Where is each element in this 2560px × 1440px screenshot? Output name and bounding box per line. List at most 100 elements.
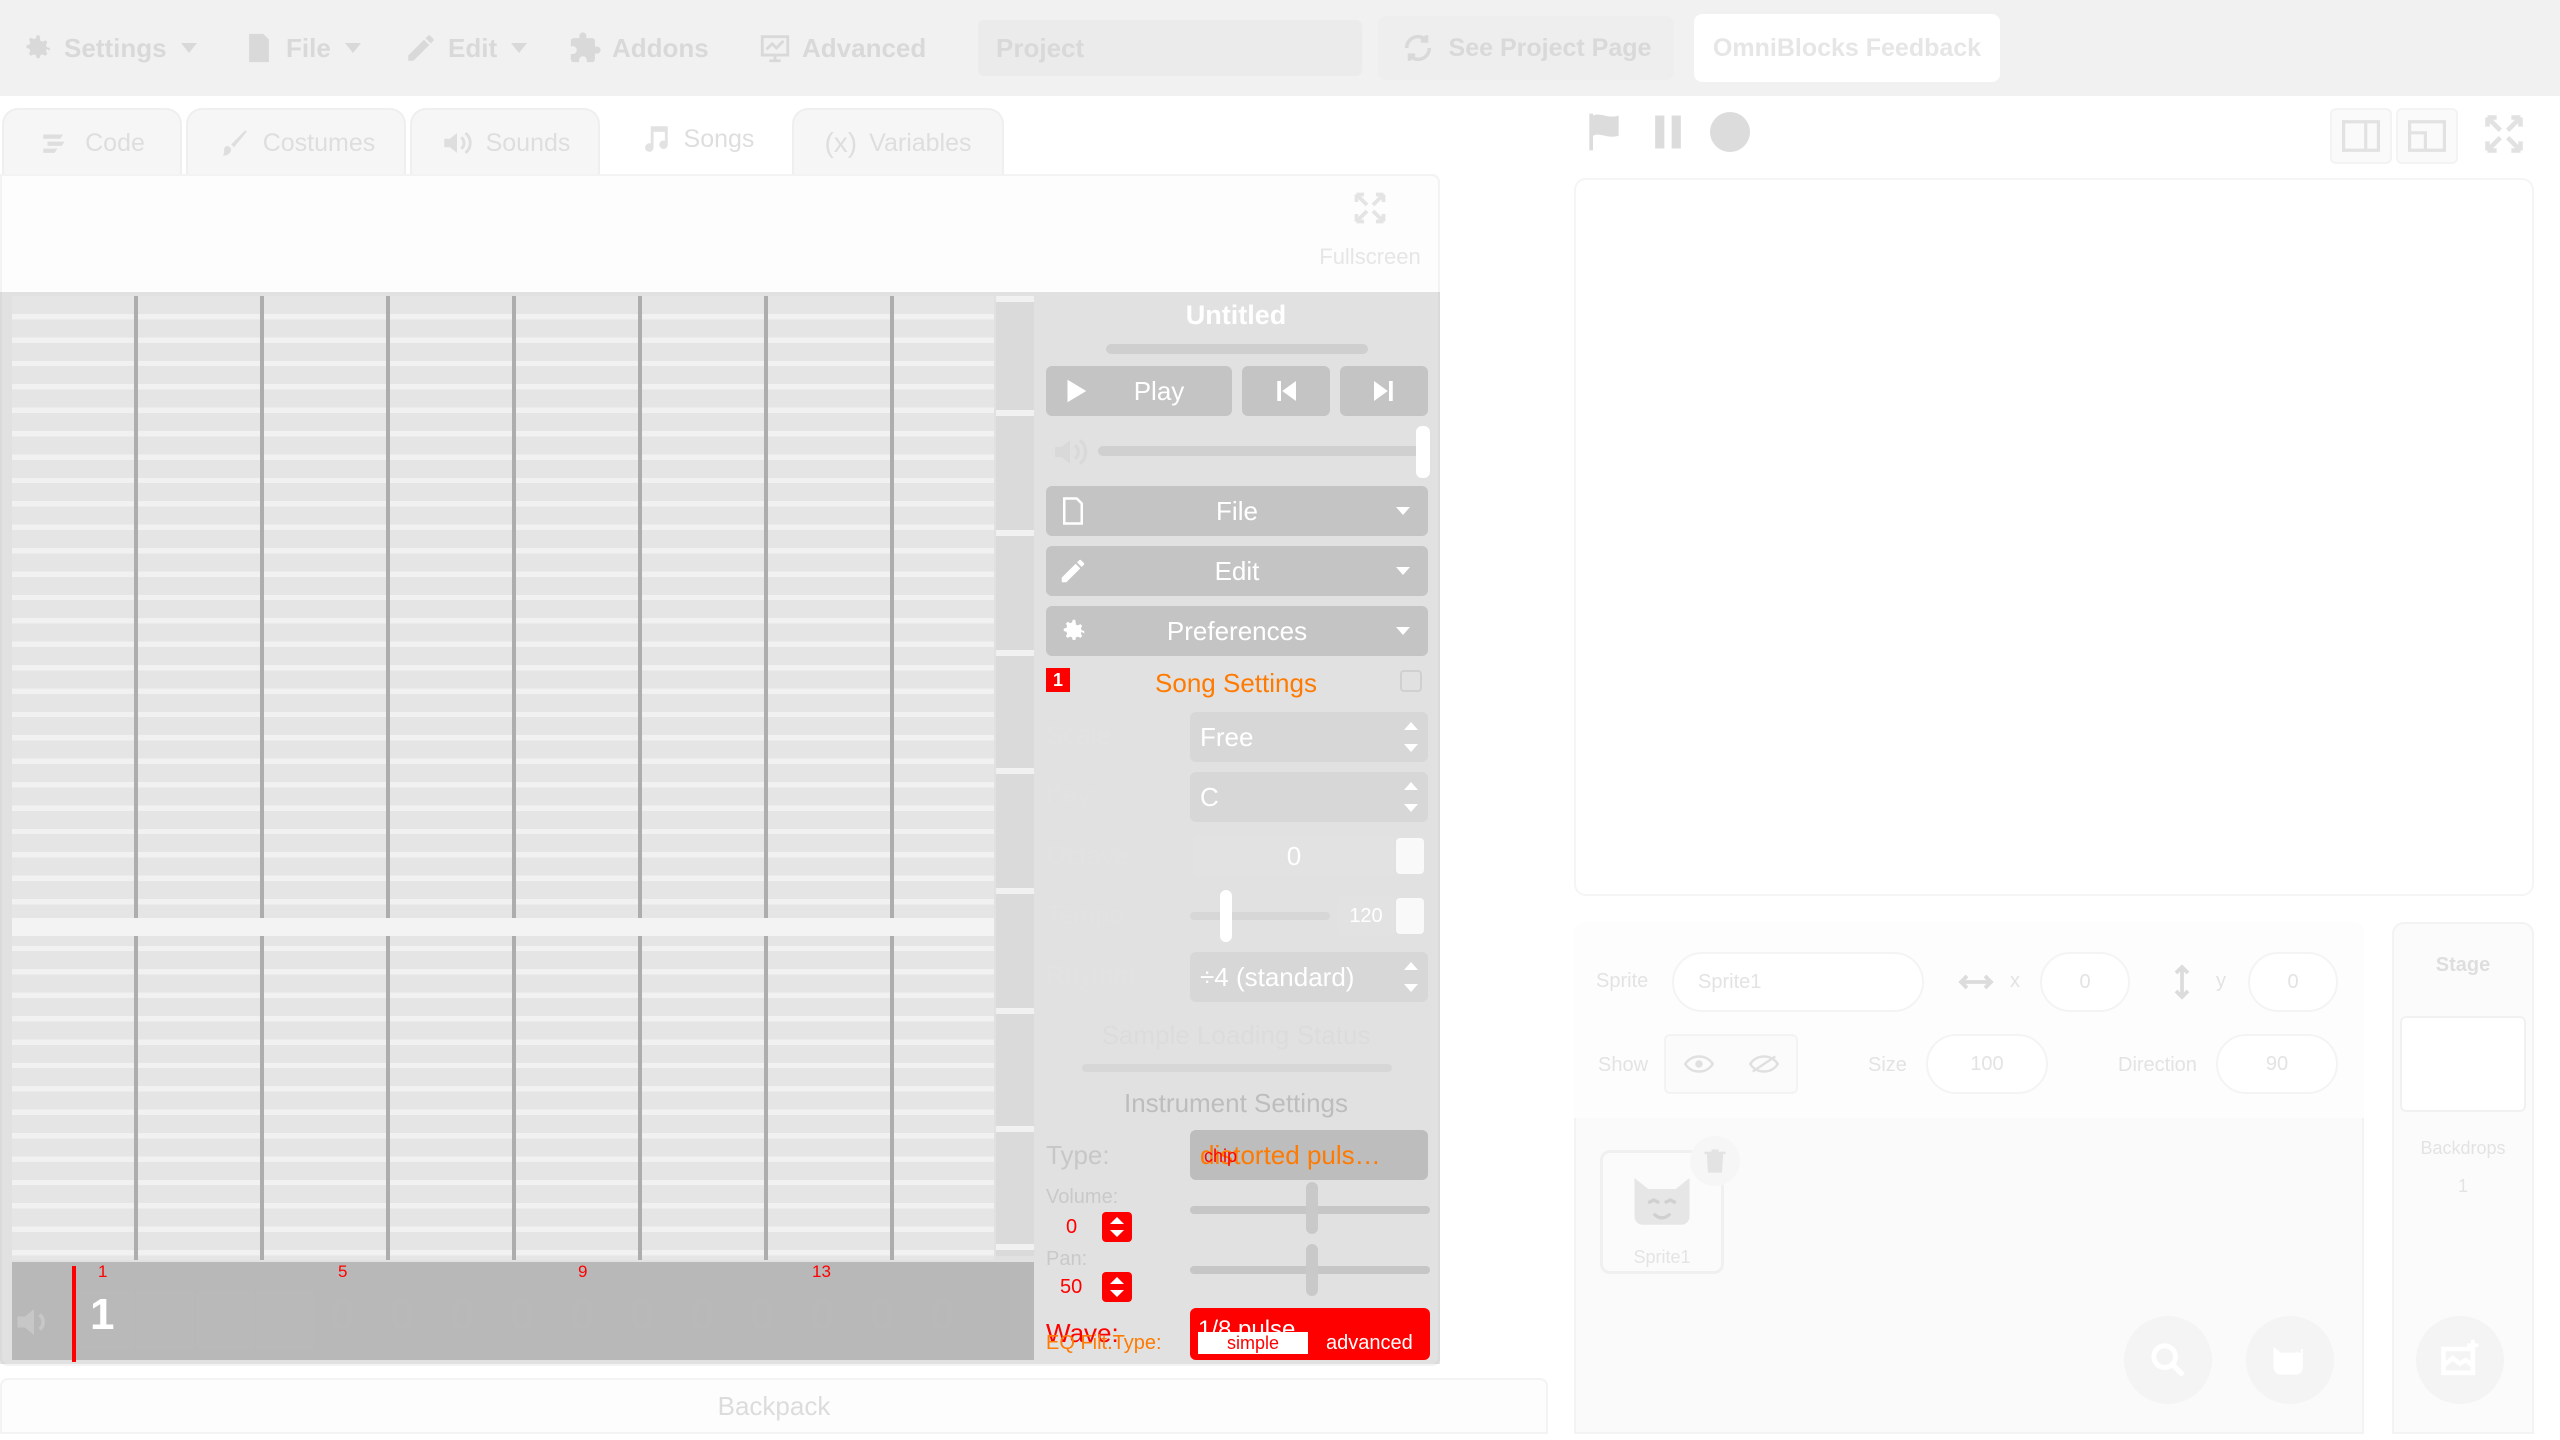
see-project-page-button[interactable]: See Project Page bbox=[1378, 16, 1674, 80]
eq-simple-option[interactable]: simple bbox=[1198, 1332, 1308, 1354]
instrument-settings-title: Instrument Settings bbox=[1124, 1088, 1348, 1118]
pattern-cell-value[interactable]: 1 bbox=[90, 1290, 114, 1340]
project-title-input[interactable] bbox=[978, 20, 1362, 76]
volume-value[interactable]: 0 bbox=[1066, 1216, 1077, 1239]
rhythm-select[interactable]: ÷4 (standard) bbox=[1190, 952, 1428, 1002]
pattern-cell-value[interactable]: 0 bbox=[930, 1290, 954, 1340]
tab-songs[interactable]: Songs bbox=[604, 100, 788, 176]
fullscreen-stage-icon[interactable] bbox=[2482, 112, 2526, 156]
size-input[interactable]: 100 bbox=[1926, 1034, 2048, 1094]
file-dropdown[interactable]: File bbox=[1046, 486, 1428, 536]
chevron-down-icon bbox=[1396, 627, 1410, 635]
expand-icon bbox=[1354, 192, 1386, 224]
settings-menu[interactable]: Settings bbox=[20, 24, 197, 72]
tempo-slider[interactable] bbox=[1190, 912, 1330, 920]
y-input[interactable]: 0 bbox=[2248, 952, 2338, 1012]
stop-icon[interactable] bbox=[1706, 108, 1754, 156]
show-sprite-button[interactable] bbox=[1666, 1036, 1731, 1092]
song-title[interactable]: Untitled bbox=[1046, 300, 1426, 331]
volume-slider-handle[interactable] bbox=[1416, 426, 1430, 478]
channel-mute-icon[interactable] bbox=[12, 1300, 56, 1344]
stage-canvas[interactable] bbox=[1574, 178, 2534, 896]
wave-select[interactable]: 1/8 pulse simple advanced bbox=[1190, 1308, 1430, 1360]
pattern-cell-value[interactable]: 0 bbox=[690, 1290, 714, 1340]
expand-settings-icon[interactable] bbox=[1400, 670, 1422, 692]
volume-stepper[interactable] bbox=[1102, 1212, 1132, 1242]
pattern-cell-value[interactable]: 0 bbox=[450, 1290, 474, 1340]
tab-costumes[interactable]: Costumes bbox=[186, 108, 406, 176]
next-bar-button[interactable] bbox=[1340, 366, 1428, 416]
edit-menu[interactable]: Edit bbox=[404, 24, 528, 72]
volume-setting-label: Volume: bbox=[1046, 1186, 1119, 1208]
pause-icon[interactable] bbox=[1646, 108, 1690, 156]
pattern-cell-value[interactable]: 0 bbox=[810, 1290, 834, 1340]
playhead[interactable] bbox=[72, 1266, 76, 1362]
eq-advanced-option[interactable]: advanced bbox=[1326, 1332, 1413, 1355]
sprite-thumbnail-label: Sprite1 bbox=[1633, 1247, 1691, 1267]
key-value: C bbox=[1200, 781, 1219, 812]
feedback-button[interactable]: OmniBlocks Feedback bbox=[1694, 14, 2000, 82]
fullscreen-button[interactable]: Fullscreen bbox=[1300, 190, 1440, 270]
pattern-cell-value[interactable]: 0 bbox=[750, 1290, 774, 1340]
x-label: x bbox=[2010, 970, 2020, 992]
skip-back-icon bbox=[1277, 381, 1296, 401]
instrument-type-select[interactable]: distorted puls… chip bbox=[1190, 1130, 1428, 1180]
pattern-cell-value[interactable]: 0 bbox=[390, 1290, 414, 1340]
pattern-cell[interactable] bbox=[136, 1290, 194, 1350]
pan-value[interactable]: 50 bbox=[1060, 1276, 1082, 1299]
scroll-octave-marker bbox=[996, 888, 1034, 894]
pan-slider-handle[interactable] bbox=[1306, 1244, 1318, 1296]
pattern-cell-value[interactable]: 0 bbox=[570, 1290, 594, 1340]
x-input[interactable]: 0 bbox=[2040, 952, 2130, 1012]
previous-bar-button[interactable] bbox=[1242, 366, 1330, 416]
pan-stepper[interactable] bbox=[1102, 1272, 1132, 1302]
preferences-dropdown[interactable]: Preferences bbox=[1046, 606, 1428, 656]
pattern-cell[interactable] bbox=[256, 1290, 314, 1350]
pattern-scrollbar[interactable] bbox=[996, 296, 1034, 1256]
volume-slider[interactable] bbox=[1098, 446, 1428, 456]
scale-value: Free bbox=[1200, 721, 1254, 752]
file-menu[interactable]: File bbox=[242, 24, 361, 72]
instrument-volume-handle[interactable] bbox=[1306, 1182, 1318, 1234]
pattern-cell-value[interactable]: 0 bbox=[330, 1290, 354, 1340]
playback-progress-bar[interactable] bbox=[1106, 344, 1368, 354]
small-stage-icon bbox=[2342, 120, 2380, 152]
addons-menu[interactable]: Addons bbox=[568, 24, 709, 72]
scale-select[interactable]: Free bbox=[1190, 712, 1428, 762]
octave-stepper[interactable] bbox=[1396, 838, 1424, 874]
sprite-name-input[interactable]: Sprite1 bbox=[1672, 952, 1924, 1012]
edit-menu-label: Edit bbox=[448, 32, 498, 63]
search-sprite-button[interactable] bbox=[2124, 1316, 2212, 1404]
pattern-cell-value[interactable]: 0 bbox=[510, 1290, 534, 1340]
direction-input[interactable]: 90 bbox=[2216, 1034, 2338, 1094]
octave-input[interactable]: 0 bbox=[1194, 836, 1394, 876]
tab-code[interactable]: Code bbox=[2, 108, 182, 176]
delete-sprite-button[interactable] bbox=[1690, 1136, 1740, 1186]
stage-thumbnail[interactable] bbox=[2400, 1016, 2526, 1112]
normal-stage-button[interactable] bbox=[2396, 108, 2458, 164]
tempo-stepper[interactable] bbox=[1396, 898, 1424, 934]
green-flag-icon[interactable] bbox=[1582, 108, 1626, 156]
backdrops-count: 1 bbox=[2457, 1176, 2468, 1196]
pattern-cell-value[interactable]: 0 bbox=[870, 1290, 894, 1340]
tab-sounds[interactable]: Sounds bbox=[410, 108, 600, 176]
hide-sprite-button[interactable] bbox=[1731, 1036, 1796, 1092]
tempo-slider-handle[interactable] bbox=[1220, 890, 1232, 942]
speaker-icon bbox=[443, 131, 472, 155]
advanced-menu[interactable]: Advanced bbox=[758, 24, 926, 72]
add-sprite-button[interactable] bbox=[2246, 1316, 2334, 1404]
pattern-grid[interactable] bbox=[12, 296, 994, 1260]
tempo-input[interactable]: 120 bbox=[1338, 896, 1394, 936]
tab-variables[interactable]: (x) Variables bbox=[792, 108, 1004, 176]
pattern-cell-value[interactable]: 0 bbox=[630, 1290, 654, 1340]
small-stage-button[interactable] bbox=[2330, 108, 2392, 164]
music-note-icon bbox=[644, 126, 668, 152]
song-settings-title: Song Settings bbox=[1155, 668, 1317, 698]
add-backdrop-button[interactable] bbox=[2416, 1316, 2504, 1404]
bar-number: 13 bbox=[812, 1262, 831, 1281]
key-select[interactable]: C bbox=[1190, 772, 1428, 822]
edit-dropdown[interactable]: Edit bbox=[1046, 546, 1428, 596]
pattern-cell[interactable] bbox=[196, 1290, 254, 1350]
backpack[interactable]: Backpack bbox=[0, 1378, 1548, 1434]
play-button[interactable]: Play bbox=[1046, 366, 1232, 416]
